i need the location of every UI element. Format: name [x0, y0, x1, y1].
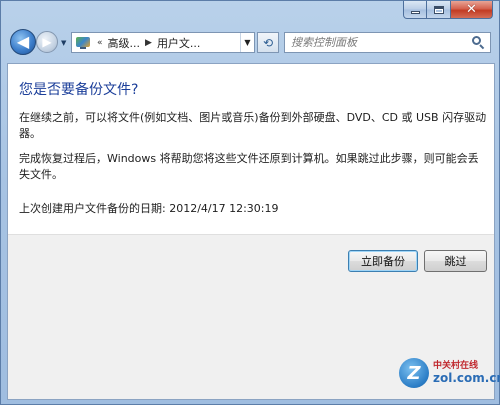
breadcrumb-user-files[interactable]: 用户文...	[155, 35, 203, 51]
address-bar[interactable]: « 高级... ▶ 用户文... ▼	[71, 32, 255, 53]
caption-buttons: ✕	[403, 1, 493, 19]
close-button[interactable]: ✕	[451, 1, 493, 19]
maximize-button[interactable]	[427, 1, 451, 19]
search-icon[interactable]	[472, 36, 485, 50]
restore-explanation-text: 完成恢复过程后，Windows 将帮助您将这些文件还原到计算机。如果跳过此步骤，…	[19, 152, 479, 181]
navigation-bar: ◀ ▶ ▼ « 高级... ▶ 用户文... ▼ ⟲	[1, 27, 500, 61]
minimize-icon	[410, 11, 420, 14]
back-button[interactable]: ◀	[10, 29, 36, 55]
last-backup-date-text: 上次创建用户文件备份的日期: 2012/4/17 12:30:19	[19, 202, 279, 215]
content-pane: 您是否要备份文件? 在继续之前，可以将文件(例如文档、图片或音乐)备份到外部硬盘…	[7, 63, 495, 400]
control-panel-icon	[75, 36, 91, 50]
watermark-chinese-text: 中关村在线	[433, 361, 479, 371]
page-title: 您是否要备份文件?	[19, 82, 139, 98]
backup-now-button[interactable]: 立即备份	[348, 250, 418, 272]
forward-button[interactable]: ▶	[36, 31, 58, 53]
breadcrumb-overflow-icon[interactable]: «	[94, 38, 106, 48]
skip-button[interactable]: 跳过	[424, 250, 487, 272]
search-box[interactable]	[284, 32, 491, 53]
maximize-icon	[433, 5, 444, 14]
dialog-window: ✕ ◀ ▶ ▼ « 高级... ▶ 用户文... ▼ ⟲ 搜索控制面板 您是否要…	[0, 0, 500, 405]
address-dropdown-icon[interactable]: ▼	[240, 33, 254, 52]
minimize-button[interactable]	[403, 1, 427, 19]
breadcrumb-advanced[interactable]: 高级...	[106, 35, 143, 51]
back-arrow-icon: ◀	[16, 32, 30, 51]
forward-arrow-icon: ▶	[42, 35, 52, 49]
close-icon: ✕	[466, 2, 477, 17]
backup-explanation-text: 在继续之前，可以将文件(例如文档、图片或音乐)备份到外部硬盘、DVD、CD 或 …	[19, 111, 487, 140]
watermark-domain-text: zol.com.cn	[433, 371, 500, 385]
refresh-button[interactable]: ⟲	[257, 32, 279, 53]
recent-pages-dropdown-icon[interactable]: ▼	[61, 39, 66, 47]
search-input[interactable]	[291, 36, 471, 49]
breadcrumb-separator-icon[interactable]: ▶	[142, 38, 155, 48]
zol-watermark: Z 中关村在线 zol.com.cn	[399, 354, 500, 396]
zol-logo-icon: Z	[399, 358, 429, 388]
refresh-icon: ⟲	[262, 35, 274, 50]
